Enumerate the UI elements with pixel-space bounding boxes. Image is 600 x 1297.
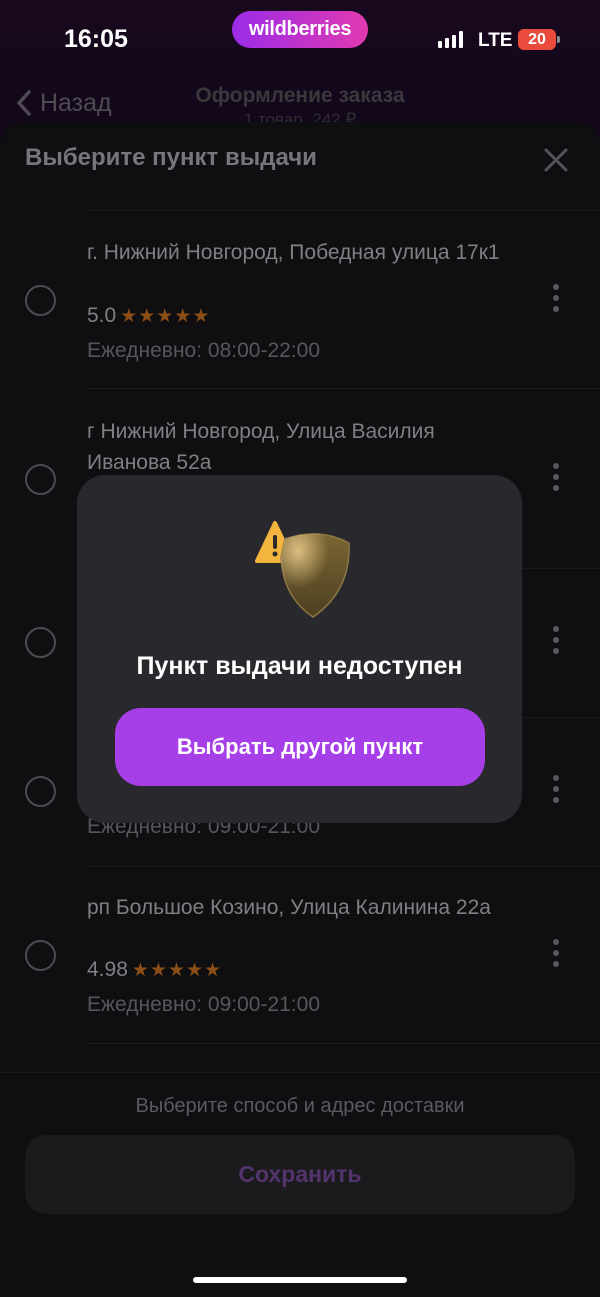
save-button[interactable]: Сохранить [25,1135,575,1214]
status-bar: 16:05 wildberries LTE 20 [0,0,600,70]
network-label: LTE [478,30,513,51]
divider [87,1043,600,1044]
radio-button[interactable] [25,627,56,658]
more-vertical-icon[interactable] [549,775,563,809]
radio-button[interactable] [25,776,56,807]
battery-icon: 20 [518,29,560,50]
pickup-hours: Ежедневно: 09:00-21:00 [87,993,320,1016]
footer-hint: Выберите способ и адрес доставки [135,1095,465,1117]
pickup-rating: 4.98 ★★★★★ [87,958,222,982]
dialog-title: Пункт выдачи недоступен [136,652,463,680]
radio-button[interactable] [25,285,56,316]
brand-badge[interactable]: wildberries [232,11,368,48]
sheet-title: Выберите пункт выдачи [25,144,317,171]
rating-stars: ★★★★★ [131,959,223,981]
divider [87,210,600,211]
radio-button[interactable] [25,940,56,971]
pickup-address: г Нижний Новгород, Улица Василия Иванова… [87,420,435,474]
home-indicator [193,1277,407,1283]
close-icon[interactable] [540,144,572,176]
status-time: 16:05 [64,25,128,53]
divider [87,866,600,867]
more-vertical-icon[interactable] [549,626,563,660]
more-vertical-icon[interactable] [549,463,563,497]
choose-another-point-button[interactable]: Выбрать другой пункт [115,708,485,786]
pickup-address: рп Большое Козино, Улица Калинина 22а [87,896,491,919]
pickup-hours: Ежедневно: 08:00-22:00 [87,339,320,362]
rating-value: 5.0 [87,304,117,327]
warning-shield-icon [255,521,350,618]
pickup-rating: 5.0 ★★★★★ [87,304,210,328]
radio-button[interactable] [25,464,56,495]
more-vertical-icon[interactable] [549,939,563,973]
battery-level: 20 [528,30,546,48]
rating-value: 4.98 [87,958,128,981]
more-vertical-icon[interactable] [549,284,563,318]
pickup-address: г. Нижний Новгород, Победная улица 17к1 [87,241,500,264]
rating-stars: ★★★★★ [120,305,211,327]
unavailable-dialog: Пункт выдачи недоступен Выбрать другой п… [77,475,522,823]
signal-icon [438,31,463,48]
footer-divider [0,1072,600,1073]
divider [87,388,600,389]
page-title: Оформление заказа [195,84,405,107]
